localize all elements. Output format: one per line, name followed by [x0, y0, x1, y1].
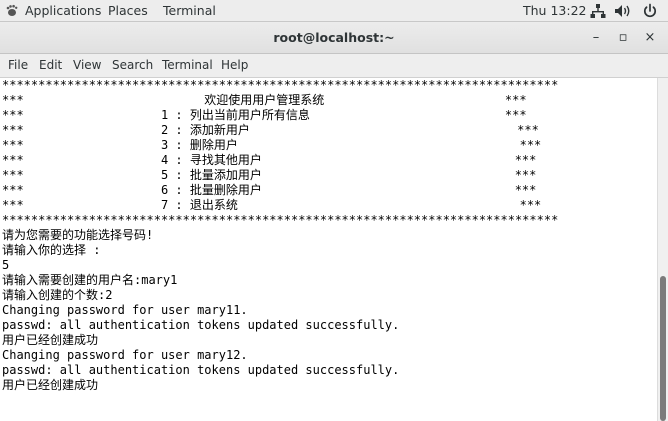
- terminal-line: 请输入创建的个数:2: [2, 288, 113, 302]
- menu-view[interactable]: View: [73, 58, 101, 72]
- terminal-line: 5: [2, 258, 10, 272]
- terminal-line: *** 欢迎使用用户管理系统 ***: [2, 93, 527, 107]
- top-bar: Applications Places Terminal Thu 13:22: [0, 0, 668, 22]
- terminal-line: Changing password for user mary11.: [2, 303, 248, 317]
- terminal-line: *** 2 : 添加新用户 ***: [2, 123, 539, 137]
- terminal-line: Changing password for user mary12.: [2, 348, 248, 362]
- terminal-line: *** 5 : 批量添加用户 ***: [2, 168, 537, 182]
- clock[interactable]: Thu 13:22: [523, 3, 586, 18]
- terminal-line: 用户已经创建成功: [2, 378, 99, 392]
- minimize-button[interactable]: –: [586, 28, 606, 48]
- terminal-line: passwd: all authentication tokens update…: [2, 363, 400, 377]
- menu-edit[interactable]: Edit: [39, 58, 62, 72]
- terminal-line: *** 3 : 删除用户 ***: [2, 138, 542, 152]
- menu-terminal[interactable]: Terminal: [162, 58, 213, 72]
- terminal-line: 请为您需要的功能选择号码!: [2, 228, 154, 242]
- network-icon[interactable]: [590, 3, 606, 19]
- menu-help[interactable]: Help: [221, 58, 248, 72]
- applications-foot-icon[interactable]: [5, 4, 18, 17]
- terminal-line: 用户已经创建成功: [2, 333, 99, 347]
- maximize-button[interactable]: ▫: [613, 28, 633, 48]
- terminal-line: *** 4 : 寻找其他用户 ***: [2, 153, 537, 167]
- menu-file[interactable]: File: [8, 58, 28, 72]
- terminal-scrollbar[interactable]: [657, 78, 668, 421]
- terminal-app-menu[interactable]: Terminal: [163, 3, 216, 18]
- terminal-line: 请输入需要创建的用户名:mary1: [2, 273, 178, 287]
- power-icon[interactable]: [642, 3, 658, 19]
- terminal-line: ****************************************…: [2, 78, 559, 92]
- terminal-line: *** 1 : 列出当前用户所有信息 ***: [2, 108, 527, 122]
- terminal-line: *** 7 : 退出系统 ***: [2, 198, 542, 212]
- terminal-line: ****************************************…: [2, 213, 559, 227]
- close-button[interactable]: ×: [640, 28, 660, 48]
- terminal-area[interactable]: ****************************************…: [0, 78, 657, 421]
- window-titlebar[interactable]: root@localhost:~ – ▫ ×: [0, 22, 668, 54]
- scrollbar-thumb[interactable]: [660, 276, 666, 421]
- menu-bar: File Edit View Search Terminal Help: [0, 54, 668, 78]
- terminal-line: 请输入你的选择 :: [2, 243, 101, 257]
- volume-icon[interactable]: [614, 3, 632, 19]
- places-menu[interactable]: Places: [108, 3, 148, 18]
- window-title: root@localhost:~: [273, 30, 395, 45]
- applications-menu[interactable]: Applications: [25, 3, 101, 18]
- terminal-prompt-line: [2, 393, 558, 408]
- terminal-line: *** 6 : 批量删除用户 ***: [2, 183, 537, 197]
- terminal-output: ****************************************…: [2, 78, 558, 408]
- menu-search[interactable]: Search: [112, 58, 153, 72]
- terminal-line: passwd: all authentication tokens update…: [2, 318, 400, 332]
